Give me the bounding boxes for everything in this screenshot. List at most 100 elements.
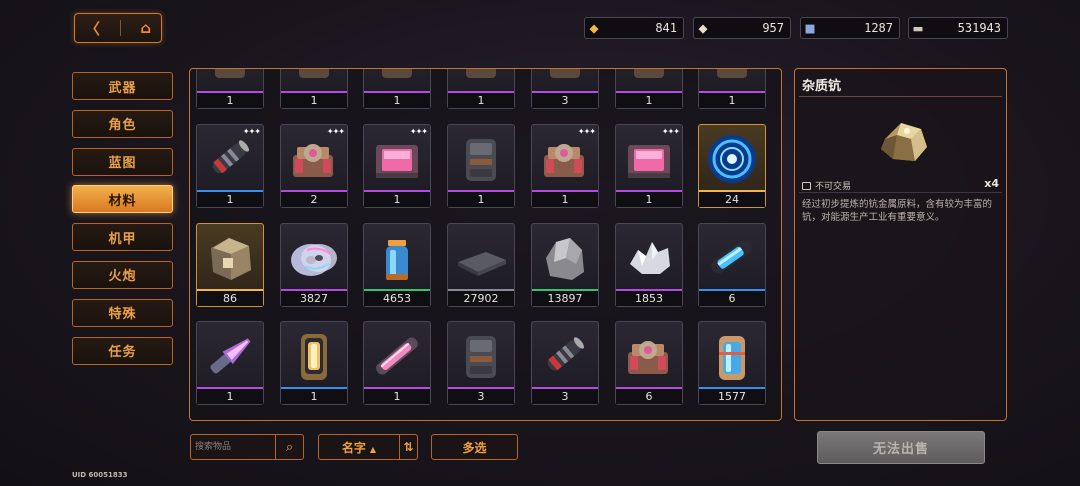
pink-chip-icon [368,129,426,189]
item-quantity: x4 [984,177,999,190]
item-slot-gear-module[interactable]: ✦✦✦ 1 [531,124,599,208]
banknote-icon: ▬ [913,19,923,37]
item-count: 6 [699,291,765,306]
detail-divider [799,192,1002,193]
partial-item-icon [368,69,426,90]
rock-ore-icon [536,228,594,288]
partial-item-icon [452,69,510,90]
item-slot-cylinder-core[interactable]: 3 [531,321,599,405]
item-slot-plasma-blade[interactable]: 1 [196,321,264,405]
item-slot-crystal-shard[interactable]: 1853 [615,223,683,307]
blue-cube-icon: ■ [805,19,815,37]
item-slot-partial-item[interactable]: 3 [531,69,599,109]
star-rank-icon: ✦✦✦ [242,127,261,136]
item-count: 4653 [364,291,430,306]
currency-value: 841 [655,21,677,35]
category-quests[interactable]: 任务 [72,336,173,365]
item-slot-gold-battery[interactable]: 1 [280,321,348,405]
item-slot-gear-module[interactable]: 6 [615,321,683,405]
item-slot-partial-item[interactable]: 1 [698,69,766,109]
sort-arrow-icon: ▲ [369,444,377,454]
blue-capsule-icon [703,228,761,288]
item-count: 3 [532,389,598,404]
trade-status: 不可交易 [802,179,851,192]
nav-buttons: 〈 ⌂ [74,13,162,43]
item-slot-blue-capsule[interactable]: 6 [698,223,766,307]
category-artillery[interactable]: 火炮 [72,260,173,289]
back-icon[interactable]: 〈 [85,18,100,39]
item-slot-data-disc[interactable]: 3827 [280,223,348,307]
item-slot-partial-item[interactable]: 1 [363,69,431,109]
currency-gold-crystal: ◆ 841 [584,17,684,39]
currency-silver-crystal: ◆ 957 [693,17,791,39]
item-count: 1 [448,192,514,207]
item-slot-partial-item[interactable]: 1 [447,69,515,109]
item-name: 杂质钪 [802,79,842,94]
item-count: 6 [616,389,682,404]
item-grid-panel[interactable]: 1 1 1 1 3 1 1 ✦✦✦ 1 ✦✦✦ 2 ✦✦✦ 1 1 ✦✦✦ 1 ✦✦✦ 1 24 86 3827 4653… [189,68,782,421]
item-slot-cylinder-core[interactable]: ✦✦✦ 1 [196,124,264,208]
pink-chip-icon [620,129,678,189]
partial-item-icon [201,69,259,90]
item-description: 经过初步提炼的钪金属原料，含有较为丰富的钪，对能源生产工业有重要意义。 [802,199,993,223]
ore-cube-icon [201,228,259,288]
item-slot-fuel-tank[interactable]: 1577 [698,321,766,405]
silver-crystal-icon: ◆ [698,19,708,37]
category-characters[interactable]: 角色 [72,109,173,138]
gear-module-icon [536,129,594,189]
currency-value: 531943 [957,21,1001,35]
item-count: 1 [197,192,263,207]
search-input[interactable] [191,435,275,459]
item-slot-pink-rod[interactable]: 1 [363,321,431,405]
item-detail-panel: 杂质钪 不可交易 x4 经过初步提炼的钪金属原料，含有较为丰富的钪，对能源生产工… [794,68,1007,421]
partial-item-icon [703,69,761,90]
category-mechs[interactable]: 机甲 [72,223,173,252]
item-count: 1 [532,192,598,207]
currency-value: 1287 [864,21,893,35]
category-blueprints[interactable]: 蓝图 [72,147,173,176]
crystal-shard-icon [620,228,678,288]
item-count: 3 [448,389,514,404]
item-slot-green-vial[interactable]: 4653 [363,223,431,307]
category-special[interactable]: 特殊 [72,298,173,327]
sort-by-name-button[interactable]: 名字 ▲ [319,439,399,456]
item-count: 24 [699,192,765,207]
item-slot-pink-chip[interactable]: ✦✦✦ 1 [615,124,683,208]
category-weapons[interactable]: 武器 [72,72,173,100]
item-slot-partial-item[interactable]: 1 [280,69,348,109]
item-count: 1853 [616,291,682,306]
pink-rod-icon [368,326,426,386]
metal-plate-icon [452,228,510,288]
item-slot-metal-plate[interactable]: 27902 [447,223,515,307]
item-count: 2 [281,192,347,207]
green-vial-icon [368,228,426,288]
home-icon[interactable]: ⌂ [140,19,151,37]
star-rank-icon: ✦✦✦ [577,127,596,136]
no-trade-icon [802,181,811,190]
item-slot-pink-chip[interactable]: ✦✦✦ 1 [363,124,431,208]
multi-select-button[interactable]: 多选 [431,434,518,460]
currency-banknote: ▬ 531943 [908,17,1008,39]
search-icon[interactable]: ⌕ [276,440,303,455]
gear-module-icon [620,326,678,386]
gold-battery-icon [285,326,343,386]
gear-module-icon [285,129,343,189]
sell-button[interactable]: 无法出售 [817,431,985,464]
item-slot-rock-ore[interactable]: 13897 [531,223,599,307]
cylinder-core-icon [201,129,259,189]
item-count: 1 [197,389,263,404]
armor-canister-icon [452,326,510,386]
star-rank-icon: ✦✦✦ [409,127,428,136]
sort-order-toggle-icon[interactable]: ⇅ [400,440,417,454]
item-count: 3827 [281,291,347,306]
currency-value: 957 [762,21,784,35]
category-materials[interactable]: 材料 [72,185,173,214]
item-slot-partial-item[interactable]: 1 [615,69,683,109]
item-slot-partial-item[interactable]: 1 [196,69,264,109]
item-slot-blue-vortex[interactable]: 24 [698,124,766,208]
item-slot-armor-canister[interactable]: 3 [447,321,515,405]
fuel-tank-icon [703,326,761,386]
item-slot-gear-module[interactable]: ✦✦✦ 2 [280,124,348,208]
item-slot-armor-canister[interactable]: 1 [447,124,515,208]
item-slot-ore-cube[interactable]: 86 [196,223,264,307]
